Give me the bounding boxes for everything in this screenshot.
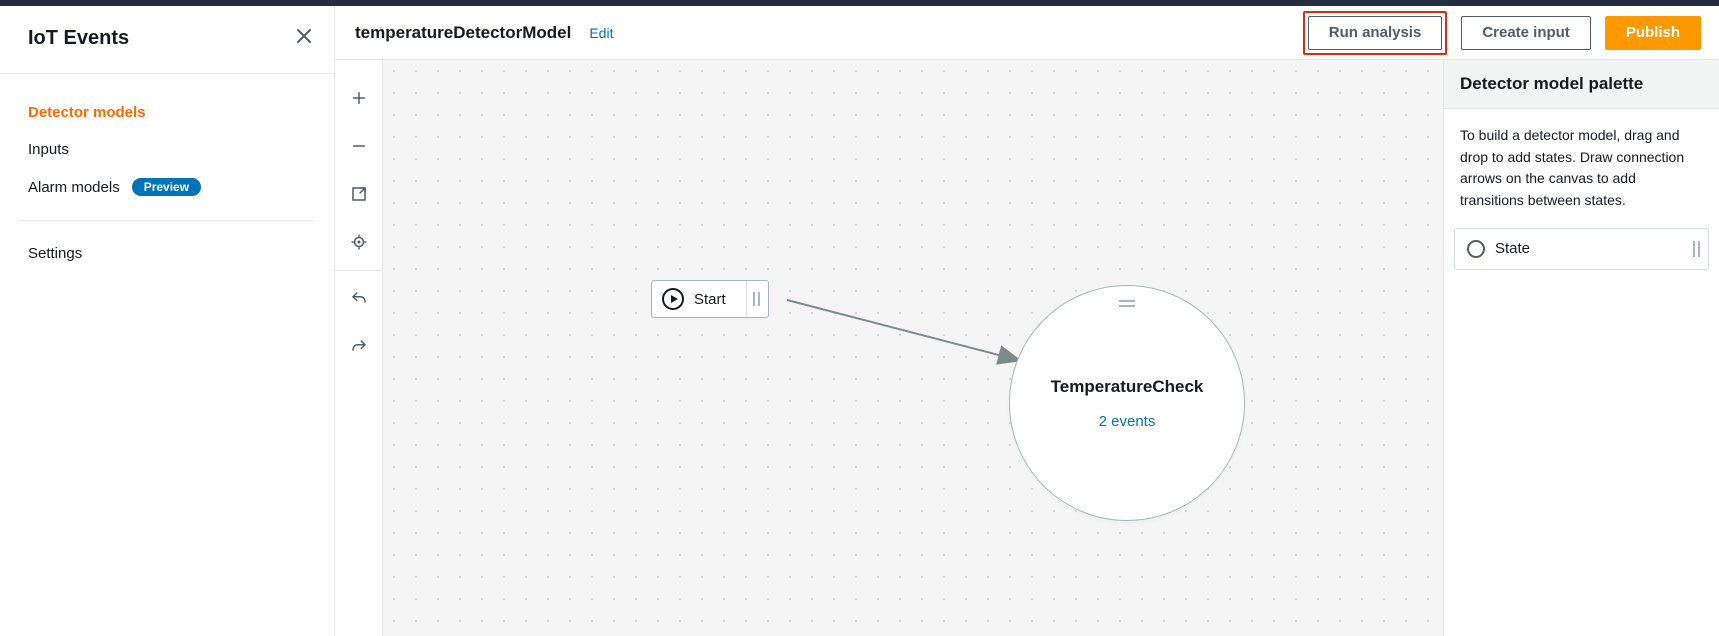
edit-name-link[interactable]: Edit bbox=[589, 25, 613, 41]
canvas[interactable]: Start bbox=[383, 60, 1443, 636]
create-input-button[interactable]: Create input bbox=[1461, 16, 1591, 50]
sidebar-nav: Detector models Inputs Alarm models Prev… bbox=[0, 74, 334, 272]
palette-title: Detector model palette bbox=[1460, 74, 1703, 94]
sidebar-item-inputs[interactable]: Inputs bbox=[0, 131, 334, 168]
run-analysis-highlight: Run analysis bbox=[1303, 11, 1448, 55]
zoom-in-button[interactable] bbox=[335, 74, 383, 122]
preview-badge: Preview bbox=[132, 178, 201, 196]
plus-icon bbox=[350, 89, 368, 107]
right-palette: Detector model palette To build a detect… bbox=[1443, 60, 1719, 636]
main-column: temperatureDetectorModel Edit Run analys… bbox=[335, 6, 1719, 636]
model-name: temperatureDetectorModel bbox=[355, 23, 571, 43]
drag-handle-icon[interactable] bbox=[753, 292, 762, 306]
editor-row: Start bbox=[335, 60, 1719, 636]
start-node[interactable]: Start bbox=[651, 280, 769, 318]
nav-label: Detector models bbox=[28, 104, 146, 121]
minus-icon bbox=[350, 137, 368, 155]
redo-icon bbox=[350, 338, 368, 356]
publish-button[interactable]: Publish bbox=[1605, 16, 1701, 50]
app-root: IoT Events Detector models Inputs Alarm … bbox=[0, 6, 1719, 636]
drag-handle-icon bbox=[1693, 241, 1700, 257]
start-label: Start bbox=[690, 291, 740, 308]
nav-label: Alarm models bbox=[28, 179, 120, 196]
palette-item-label: State bbox=[1495, 240, 1530, 257]
editor-topbar: temperatureDetectorModel Edit Run analys… bbox=[335, 6, 1719, 60]
drag-handle-icon[interactable] bbox=[1119, 300, 1135, 307]
canvas-toolbar bbox=[335, 60, 383, 636]
undo-icon bbox=[350, 290, 368, 308]
sidebar-item-settings[interactable]: Settings bbox=[0, 235, 334, 272]
sidebar-item-detector-models[interactable]: Detector models bbox=[0, 94, 334, 131]
sidebar-title: IoT Events bbox=[28, 27, 129, 50]
close-icon[interactable] bbox=[294, 26, 314, 51]
state-events-link[interactable]: 2 events bbox=[1099, 413, 1156, 430]
nav-divider bbox=[20, 220, 314, 221]
nav-label: Settings bbox=[28, 245, 82, 262]
crosshair-icon bbox=[350, 233, 368, 251]
sidebar-header: IoT Events bbox=[0, 6, 334, 74]
divider bbox=[746, 281, 747, 317]
run-analysis-button[interactable]: Run analysis bbox=[1308, 16, 1443, 50]
palette-state-item[interactable]: State bbox=[1454, 228, 1709, 270]
redo-button[interactable] bbox=[335, 323, 383, 371]
undo-button[interactable] bbox=[335, 275, 383, 323]
canvas-wrap: Start bbox=[383, 60, 1443, 636]
fit-to-screen-button[interactable] bbox=[335, 170, 383, 218]
fit-screen-icon bbox=[350, 185, 368, 203]
state-node[interactable]: TemperatureCheck 2 events bbox=[1009, 285, 1245, 521]
state-icon bbox=[1467, 240, 1485, 258]
center-button[interactable] bbox=[335, 218, 383, 266]
play-icon bbox=[662, 288, 684, 310]
state-name: TemperatureCheck bbox=[1051, 377, 1204, 397]
left-sidebar: IoT Events Detector models Inputs Alarm … bbox=[0, 6, 335, 636]
toolbar-divider bbox=[335, 270, 382, 271]
nav-label: Inputs bbox=[28, 141, 69, 158]
zoom-out-button[interactable] bbox=[335, 122, 383, 170]
palette-description: To build a detector model, drag and drop… bbox=[1444, 109, 1719, 212]
sidebar-item-alarm-models[interactable]: Alarm models Preview bbox=[0, 168, 334, 206]
palette-header: Detector model palette bbox=[1444, 60, 1719, 109]
